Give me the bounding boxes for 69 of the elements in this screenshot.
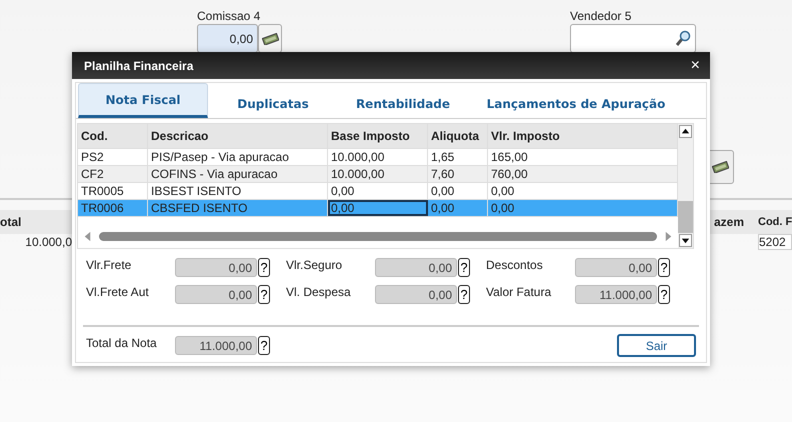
table-cell: CBSFED ISENTO: [148, 200, 328, 216]
table-row[interactable]: CF2 COFINS - Via apuracao 10.000,00 7,60 760,00: [78, 166, 678, 183]
table-cell: 5202: [758, 234, 792, 250]
field-label: Vlr.Frete: [86, 258, 132, 272]
table-cell: TR0005: [78, 183, 148, 199]
readonly-field: 11.000,00: [575, 285, 657, 304]
field-label: Comissao 4: [197, 9, 262, 23]
help-button[interactable]: ?: [458, 258, 470, 277]
search-icon: [674, 30, 691, 47]
dialog-title: Planilha Financeira: [84, 58, 194, 72]
field-label: Valor Fatura: [486, 285, 552, 299]
table-cell: IBSEST ISENTO: [148, 183, 328, 199]
table-cell: COFINS - Via apuracao: [148, 166, 328, 182]
money-icon: [262, 32, 278, 44]
readonly-field: 0,00: [375, 285, 457, 304]
scroll-left-icon[interactable]: [82, 230, 93, 242]
scrollbar-thumb[interactable]: [99, 232, 657, 240]
column-header: otal: [0, 215, 22, 229]
tab[interactable]: Rentabilidade: [338, 83, 468, 118]
table-cell: PIS/Pasep - Via apuracao: [148, 149, 328, 165]
column-header: Cod. F: [758, 216, 792, 228]
close-button[interactable]: ×: [690, 56, 700, 74]
help-button[interactable]: ?: [458, 285, 470, 304]
readonly-field: 0,00: [175, 285, 257, 304]
table-cell: 10.000,00: [328, 149, 428, 165]
input-field[interactable]: 0,00: [197, 24, 258, 53]
search-field[interactable]: [570, 24, 696, 53]
table-cell: 1,65: [428, 149, 488, 165]
money-icon: [712, 161, 728, 173]
readonly-field: 0,00: [175, 258, 257, 277]
table-cell: 10.000,00: [328, 166, 428, 182]
table-row[interactable]: TR0005 IBSEST ISENTO 0,00 0,00 0,00: [78, 183, 678, 200]
column-header: Descricao: [148, 124, 328, 148]
column-header: azem: [714, 215, 746, 229]
field-label: Total da Nota: [86, 336, 158, 350]
table-cell: 7,60: [428, 166, 488, 182]
help-button[interactable]: ?: [658, 285, 670, 304]
table-cell: 0,00: [328, 183, 428, 199]
table-cell-text: 10.000,0: [24, 235, 72, 249]
tab[interactable]: Duplicatas: [208, 83, 338, 118]
table-cell: 0,00: [328, 200, 428, 216]
readonly-field: 0,00: [575, 258, 657, 277]
column-header: Base Imposto: [328, 124, 428, 148]
table-cell: 0,00: [428, 200, 488, 216]
help-button[interactable]: ?: [658, 258, 670, 277]
exit-button[interactable]: Sair: [617, 334, 696, 357]
field-label: Vl. Despesa: [286, 285, 352, 299]
help-button[interactable]: ?: [258, 336, 270, 355]
field-label: Vl.Frete Aut: [86, 285, 150, 299]
column-header: Aliquota: [428, 124, 488, 148]
column-header: Cod.: [78, 124, 148, 148]
table-cell: TR0006: [78, 200, 148, 216]
money-button[interactable]: [258, 24, 282, 53]
readonly-field: 0,00: [375, 258, 457, 277]
tab[interactable]: Lançamentos de Apuração: [468, 83, 684, 118]
table-cell: CF2: [78, 166, 148, 182]
table-cell: 0,00: [428, 183, 488, 199]
help-button[interactable]: ?: [258, 285, 270, 304]
readonly-field: 11.000,00: [175, 336, 257, 355]
table-row[interactable]: TR0006 CBSFED ISENTO 0,00 0,00 0,00: [78, 200, 678, 217]
field-label: Vlr.Seguro: [286, 258, 344, 272]
field-label: Vendedor 5: [570, 9, 632, 23]
help-button[interactable]: ?: [258, 258, 270, 277]
table-row[interactable]: PS2 PIS/Pasep - Via apuracao 10.000,00 1,65 165,00: [78, 149, 678, 166]
tab[interactable]: Nota Fiscal: [78, 83, 208, 118]
scroll-right-icon[interactable]: [663, 230, 674, 242]
scrollbar-thumb[interactable]: [678, 201, 693, 233]
table-cell: PS2: [78, 149, 148, 165]
field-label: Descontos: [486, 258, 544, 272]
